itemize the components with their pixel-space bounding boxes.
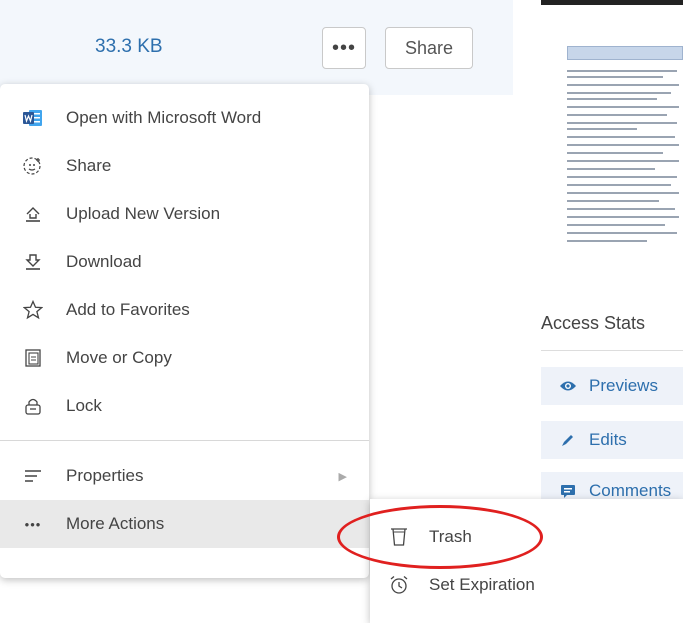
stat-label: Previews bbox=[589, 376, 658, 395]
menu-item-label: Properties bbox=[66, 466, 144, 485]
lock-icon bbox=[23, 396, 43, 416]
top-bar bbox=[541, 0, 683, 5]
chevron-right-icon: ▶ bbox=[338, 470, 347, 483]
access-stats-title: Access Stats bbox=[541, 313, 646, 333]
ellipsis-icon: ••• bbox=[24, 516, 42, 532]
menu-item-add-to-favorites[interactable]: Add to Favorites bbox=[0, 286, 369, 334]
menu-item-lock[interactable]: Lock bbox=[0, 382, 369, 430]
submenu-item-label: Trash bbox=[429, 527, 472, 546]
menu-item-label: More Actions bbox=[66, 514, 165, 533]
menu-item-upload-new-version[interactable]: Upload New Version bbox=[0, 190, 369, 238]
trash-icon bbox=[389, 527, 409, 547]
comment-icon bbox=[559, 484, 577, 498]
properties-icon bbox=[23, 466, 43, 486]
pencil-icon bbox=[559, 433, 577, 447]
file-actions-menu: Open with Microsoft Word Share Upload Ne… bbox=[0, 84, 369, 578]
menu-item-label: Share bbox=[66, 156, 112, 175]
word-icon bbox=[23, 108, 43, 128]
submenu-item-set-expiration[interactable]: Set Expiration bbox=[370, 561, 683, 609]
stat-label: Edits bbox=[589, 430, 627, 449]
menu-item-label: Lock bbox=[66, 396, 102, 415]
share-button[interactable]: Share bbox=[385, 27, 473, 69]
menu-item-open-with-word[interactable]: Open with Microsoft Word bbox=[0, 94, 369, 142]
star-icon bbox=[23, 300, 43, 320]
menu-item-move-or-copy[interactable]: Move or Copy bbox=[0, 334, 369, 382]
menu-item-label: Add to Favorites bbox=[66, 300, 190, 319]
menu-item-more-actions[interactable]: ••• More Actions bbox=[0, 500, 369, 548]
file-size: 33.3 KB bbox=[95, 36, 163, 57]
file-header: 33.3 KB ••• Share bbox=[0, 0, 513, 95]
document-preview[interactable] bbox=[565, 36, 683, 260]
submenu-item-label: Set Expiration bbox=[429, 575, 535, 594]
alarm-clock-icon bbox=[389, 575, 409, 595]
preview-title-row bbox=[567, 46, 683, 60]
stat-label: Comments bbox=[589, 481, 672, 500]
menu-item-share[interactable]: Share bbox=[0, 142, 369, 190]
eye-icon bbox=[559, 380, 577, 392]
more-options-button[interactable]: ••• bbox=[322, 27, 366, 69]
preview-text-lines bbox=[567, 66, 683, 250]
menu-item-label: Download bbox=[66, 252, 142, 271]
download-icon bbox=[23, 252, 43, 272]
move-copy-icon bbox=[23, 348, 43, 368]
menu-item-label: Open with Microsoft Word bbox=[66, 108, 262, 127]
menu-divider bbox=[0, 440, 369, 441]
menu-item-properties[interactable]: Properties ▶ bbox=[0, 452, 369, 500]
submenu-item-trash[interactable]: Trash bbox=[370, 513, 683, 561]
stat-edits[interactable]: Edits bbox=[541, 421, 683, 459]
share-people-icon bbox=[23, 156, 43, 176]
menu-item-label: Move or Copy bbox=[66, 348, 172, 367]
ellipsis-icon: ••• bbox=[331, 36, 356, 59]
stat-previews[interactable]: Previews bbox=[541, 367, 683, 405]
menu-item-download[interactable]: Download bbox=[0, 238, 369, 286]
upload-icon bbox=[23, 204, 43, 224]
more-actions-submenu: Trash Set Expiration bbox=[370, 499, 683, 623]
divider bbox=[541, 350, 683, 351]
menu-item-label: Upload New Version bbox=[66, 204, 221, 223]
